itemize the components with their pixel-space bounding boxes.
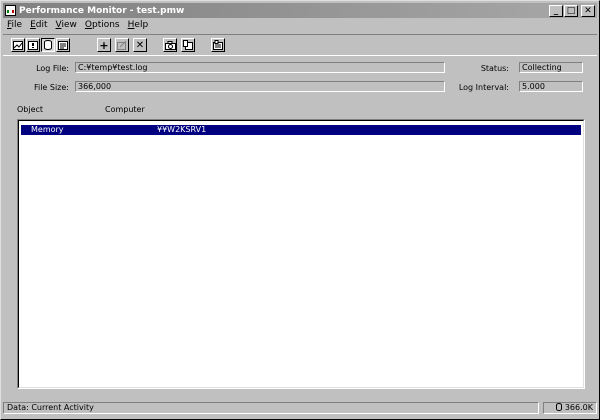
maximize-button[interactable]: □: [564, 4, 578, 17]
log-view-icon[interactable]: [41, 38, 55, 52]
column-header-object[interactable]: Object: [17, 105, 43, 114]
title-bar[interactable]: Performance Monitor - test.pmw _ □ ✕: [3, 3, 597, 18]
edit-counter-icon[interactable]: [115, 38, 129, 52]
menu-view[interactable]: View: [52, 19, 81, 33]
status-bar: Data: Current Activity 366.0K: [3, 401, 597, 415]
object-list-frame: Memory ¥¥W2KSRV1: [18, 120, 584, 388]
status-label: Status:: [480, 64, 509, 73]
status-size-value: 366.0K: [564, 403, 593, 412]
toolbar: + ✕: [3, 34, 597, 56]
menu-help[interactable]: Help: [124, 19, 153, 33]
status-field: Collecting: [519, 62, 583, 73]
bookmark-icon[interactable]: [181, 38, 195, 52]
object-list[interactable]: Memory ¥¥W2KSRV1: [17, 119, 585, 389]
menu-options[interactable]: Options: [81, 19, 124, 33]
log-file-label: Log File:: [36, 64, 69, 73]
log-interval-field: 5.000: [519, 81, 583, 92]
add-counter-icon[interactable]: +: [97, 38, 111, 52]
performance-monitor-window: Performance Monitor - test.pmw _ □ ✕ Fil…: [0, 0, 600, 420]
log-size-icon: [555, 403, 562, 411]
update-now-icon[interactable]: [163, 38, 177, 52]
file-size-label: File Size:: [33, 83, 69, 92]
options-icon[interactable]: [211, 38, 225, 52]
column-header-computer[interactable]: Computer: [105, 105, 145, 114]
log-interval-label: Log Interval:: [458, 83, 509, 92]
alert-view-icon[interactable]: [26, 38, 40, 52]
window-title: Performance Monitor - test.pmw: [19, 5, 185, 16]
chart-view-icon[interactable]: [11, 38, 25, 52]
menu-file[interactable]: File: [3, 19, 26, 33]
status-size: 366.0K: [543, 402, 597, 414]
delete-counter-icon[interactable]: ✕: [133, 38, 147, 52]
row-object: Memory: [31, 125, 64, 134]
close-button[interactable]: ✕: [581, 4, 595, 17]
report-view-icon[interactable]: [56, 38, 70, 52]
menu-edit[interactable]: Edit: [26, 19, 51, 33]
log-file-field: C:¥temp¥test.log: [75, 62, 445, 73]
minimize-button[interactable]: _: [549, 4, 563, 17]
table-row[interactable]: Memory ¥¥W2KSRV1: [21, 125, 581, 135]
app-icon[interactable]: [5, 5, 16, 16]
menu-bar: File Edit View Options Help: [3, 19, 152, 33]
status-text: Data: Current Activity: [3, 402, 539, 414]
row-computer: ¥¥W2KSRV1: [157, 125, 207, 134]
file-size-field: 366,000: [75, 81, 445, 92]
